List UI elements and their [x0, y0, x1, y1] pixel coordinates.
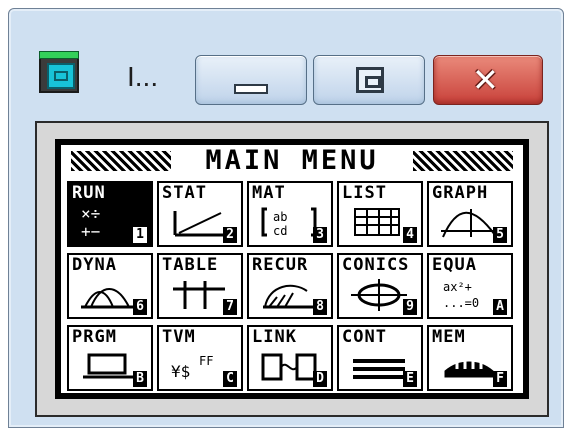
menu-tile-list[interactable]: LIST 4 — [337, 181, 423, 247]
menu-tile-tvm[interactable]: TVM ¥$ FF C — [157, 325, 243, 391]
minimize-icon — [234, 84, 268, 94]
menu-tile-mem[interactable]: MEM F — [427, 325, 513, 391]
tile-label: TVM — [162, 327, 196, 347]
tile-label: EQUA — [432, 255, 477, 275]
menu-tile-equa[interactable]: EQUA ax²+ ...=0 A — [427, 253, 513, 319]
menu-tile-link[interactable]: LINK D — [247, 325, 333, 391]
maximize-button[interactable] — [313, 55, 425, 105]
menu-title-row: MAIN MENU — [65, 147, 519, 175]
tile-label: LIST — [342, 183, 387, 203]
emulator-window: I... ✕ MAIN MENU RUN ×÷ +− 1 STAT 2 MAT … — [8, 8, 564, 428]
window-title: I... — [127, 61, 159, 92]
main-menu-title: MAIN MENU — [205, 145, 379, 176]
graph-icon — [441, 209, 497, 238]
tile-key: 8 — [313, 299, 327, 315]
calculator-bezel: MAIN MENU RUN ×÷ +− 1 STAT 2 MAT ab cd 3… — [35, 121, 549, 417]
menu-tile-graph[interactable]: GRAPH 5 — [427, 181, 513, 247]
tile-key: A — [493, 299, 507, 315]
tile-label: MAT — [252, 183, 286, 203]
memory-icon — [444, 361, 494, 378]
tile-key: 4 — [403, 227, 417, 243]
tile-key: C — [223, 371, 237, 387]
svg-text:×÷: ×÷ — [81, 205, 100, 223]
minimize-button[interactable] — [195, 55, 307, 105]
svg-text:¥$: ¥$ — [171, 362, 190, 381]
tile-label: TABLE — [162, 255, 219, 275]
tile-key: B — [133, 371, 147, 387]
hatch-decoration-left — [71, 151, 171, 171]
list-icon — [354, 208, 400, 236]
close-icon: ✕ — [472, 61, 499, 99]
tile-label: CONICS — [342, 255, 410, 275]
menu-tile-table[interactable]: TABLE 7 — [157, 253, 243, 319]
svg-text:ax²+: ax²+ — [443, 280, 472, 294]
tile-key: 6 — [133, 299, 147, 315]
tile-label: STAT — [162, 183, 207, 203]
tile-label: RUN — [72, 183, 106, 203]
tile-key: 9 — [403, 299, 417, 315]
matrix-icon: ab cd — [261, 207, 317, 238]
tile-label: GRAPH — [432, 183, 489, 203]
equa-icon: ax²+ ...=0 — [443, 280, 479, 310]
svg-text:cd: cd — [273, 224, 287, 238]
tile-key: E — [403, 371, 417, 387]
maximize-icon — [356, 67, 384, 93]
menu-tile-recur[interactable]: RECUR 8 — [247, 253, 333, 319]
menu-tile-stat[interactable]: STAT 2 — [157, 181, 243, 247]
menu-tile-run[interactable]: RUN ×÷ +− 1 — [67, 181, 153, 247]
prgm-icon — [83, 353, 133, 379]
tile-label: RECUR — [252, 255, 309, 275]
recur-icon — [263, 284, 315, 309]
tile-label: MEM — [432, 327, 466, 347]
tile-label: LINK — [252, 327, 297, 347]
menu-tile-mat[interactable]: MAT ab cd 3 — [247, 181, 333, 247]
menu-tile-conics[interactable]: CONICS 9 — [337, 253, 423, 319]
tile-key: 1 — [133, 227, 147, 243]
conics-icon — [351, 279, 407, 311]
tile-key: D — [313, 371, 327, 387]
tile-key: F — [493, 371, 507, 387]
svg-text:FF: FF — [199, 354, 213, 368]
tile-label: PRGM — [72, 327, 117, 347]
menu-tile-cont[interactable]: CONT E — [337, 325, 423, 391]
tile-label: CONT — [342, 327, 387, 347]
lcd-screen: MAIN MENU RUN ×÷ +− 1 STAT 2 MAT ab cd 3… — [61, 145, 523, 393]
run-icon: ×÷ +− — [81, 205, 100, 239]
contrast-icon — [353, 359, 405, 379]
menu-tile-prgm[interactable]: PRGM B — [67, 325, 153, 391]
dyna-icon — [81, 288, 137, 309]
link-icon — [261, 353, 317, 381]
table-icon — [173, 281, 225, 309]
svg-text:ab: ab — [273, 210, 287, 224]
lcd-display: MAIN MENU RUN ×÷ +− 1 STAT 2 MAT ab cd 3… — [55, 139, 529, 399]
close-button[interactable]: ✕ — [433, 55, 543, 105]
tile-key: 7 — [223, 299, 237, 315]
tile-key: 5 — [493, 227, 507, 243]
menu-tiles: RUN ×÷ +− 1 STAT 2 MAT ab cd 3 LIST 4 GR… — [67, 181, 517, 391]
svg-text:+−: +− — [81, 222, 100, 239]
svg-text:...=0: ...=0 — [443, 296, 479, 310]
hatch-decoration-right — [413, 151, 513, 171]
title-bar[interactable]: I... ✕ — [9, 9, 563, 117]
menu-tile-dyna[interactable]: DYNA 6 — [67, 253, 153, 319]
app-icon[interactable] — [39, 51, 79, 93]
tile-key: 2 — [223, 227, 237, 243]
tile-key: 3 — [313, 227, 327, 243]
tile-label: DYNA — [72, 255, 117, 275]
tvm-icon: ¥$ FF — [171, 354, 213, 381]
stat-icon — [173, 211, 223, 237]
